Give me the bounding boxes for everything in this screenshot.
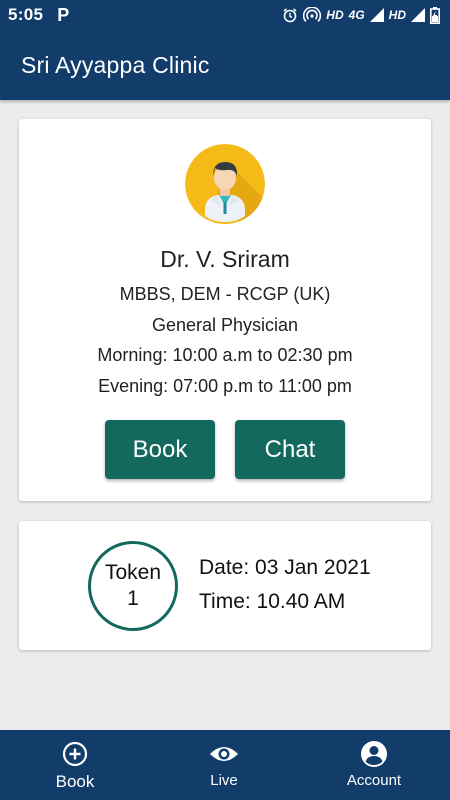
doctor-name: Dr. V. Sriram [160,246,290,272]
phone-screen: 5:05 P HD 4G HD Sri Ayyappa Clinic Dr. V… [0,0,450,800]
evening-hours: Evening: 07:00 p.m to 11:00 pm [98,376,352,396]
status-time: 5:05 [8,5,44,24]
token-details: Date: 03 Jan 2021 Time: 10.40 AM [199,556,371,624]
nav-live[interactable]: Live [184,730,264,800]
token-time: Time: 10.40 AM [199,590,346,613]
nav-book[interactable]: Book [35,730,115,800]
token-badge: Token 1 [88,541,178,631]
doctor-specialty: General Physician [151,315,299,335]
network-hd-label-2: HD [388,8,406,22]
token-number: 1 [127,587,139,610]
token-date: Date: 03 Jan 2021 [199,556,371,579]
status-bar: 5:05 P HD 4G HD [0,0,450,30]
network-type-label: 4G [348,8,365,22]
account-circle-icon [360,740,388,768]
nav-book-label: Book [55,772,95,791]
alarm-icon [282,7,298,23]
signal-icon-2 [411,8,425,22]
doctor-avatar [185,144,265,224]
signal-icon [369,8,384,22]
app-title: Sri Ayyappa Clinic [21,51,210,78]
add-circle-icon [62,740,88,768]
nav-account-label: Account [346,772,402,789]
eye-icon [209,740,239,768]
parking-app-icon: P [57,4,70,25]
doctor-avatar-icon [185,144,265,224]
nav-account[interactable]: Account [334,730,414,800]
nav-live-label: Live [210,772,238,789]
chat-button[interactable]: Chat [235,420,345,479]
network-hd-label: HD [326,8,344,22]
morning-hours: Morning: 10:00 a.m to 02:30 pm [97,345,353,365]
bottom-navigation: Book Live Account [0,730,450,800]
token-label: Token [104,561,162,584]
doctor-qualification: MBBS, DEM - RCGP (UK) [119,284,331,304]
battery-icon [430,6,440,24]
hotspot-icon [303,7,322,23]
book-button[interactable]: Book [105,420,215,479]
app-bar: Sri Ayyappa Clinic [0,30,450,100]
doctor-card: Dr. V. Sriram MBBS, DEM - RCGP (UK) Gene… [19,119,431,501]
token-card: Token 1 Date: 03 Jan 2021 Time: 10.40 AM [19,521,431,650]
